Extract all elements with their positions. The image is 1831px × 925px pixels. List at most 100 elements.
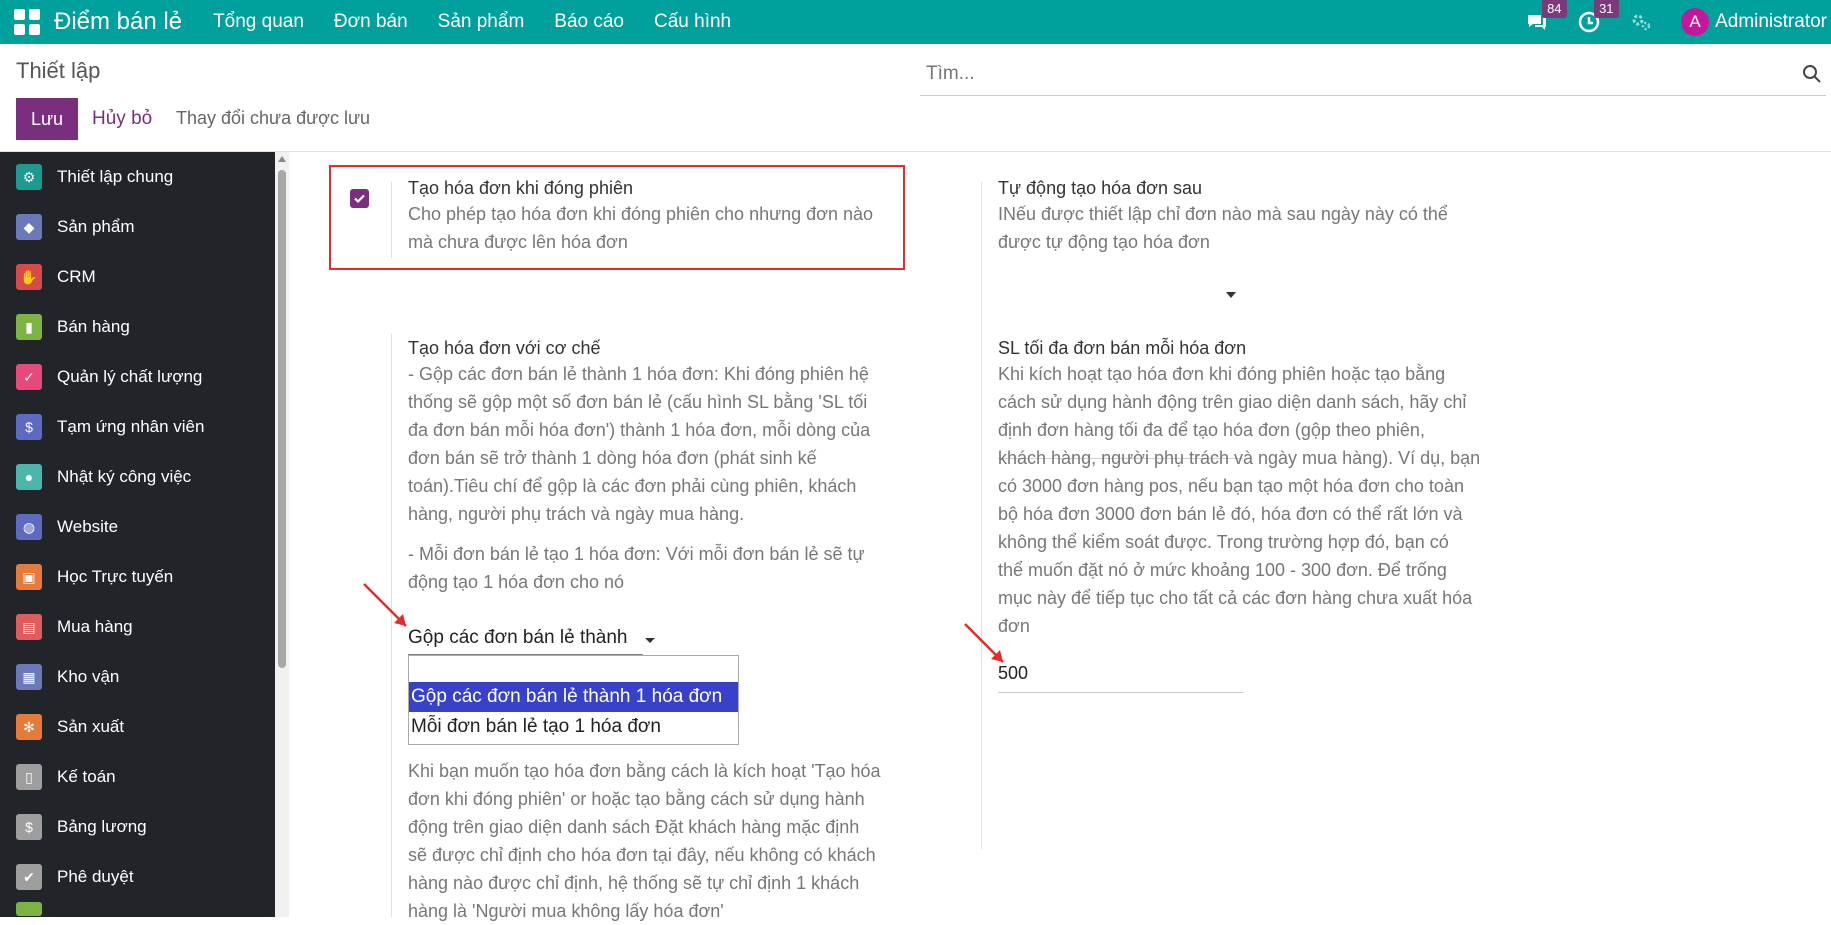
save-button[interactable]: Lưu bbox=[16, 98, 78, 140]
globe-icon: ◍ bbox=[16, 514, 42, 540]
invoice-on-close-checkbox[interactable] bbox=[350, 189, 369, 208]
top-navbar: Điểm bán lẻ Tổng quan Đơn bán Sản phẩm B… bbox=[0, 0, 1831, 44]
hand-money-icon: $ bbox=[16, 414, 42, 440]
apps-menu-icon[interactable] bbox=[14, 9, 40, 35]
setting-desc-line: - Gộp các đơn bán lẻ thành 1 hóa đơn: Kh… bbox=[408, 364, 869, 384]
menu-configuration[interactable]: Cấu hình bbox=[654, 11, 731, 33]
sidebar-item-accounting[interactable]: ▯ Kế toán bbox=[0, 752, 275, 802]
sidebar-item-label: Học Trực tuyến bbox=[57, 567, 174, 586]
user-name[interactable]: Administrator bbox=[1715, 11, 1827, 33]
setting-desc-line: thống sẽ gộp một số đơn bán lẻ (cấu hình… bbox=[408, 392, 868, 412]
setting-title: SL tối đa đơn bán mỗi hóa đơn bbox=[998, 338, 1247, 358]
sidebar-item-elearning[interactable]: ▣ Học Trực tuyến bbox=[0, 552, 275, 602]
setting-title: Tạo hóa đơn với cơ chế bbox=[408, 338, 601, 358]
app-brand[interactable]: Điểm bán lẻ bbox=[54, 8, 182, 36]
sidebar-item-quality[interactable]: ✓ Quản lý chất lượng bbox=[0, 352, 275, 402]
setting-desc-line: đơn khi đóng phiên' or hoặc tạo bằng các… bbox=[408, 789, 865, 809]
sidebar-item-label: Website bbox=[57, 517, 119, 536]
sidebar-item-crm[interactable]: ✋ CRM bbox=[0, 252, 275, 302]
setting-desc-line: mà chưa được lên hóa đơn bbox=[408, 232, 628, 252]
messages-badge: 84 bbox=[1542, 0, 1567, 18]
wrench-gear-icon: ✻ bbox=[16, 714, 42, 740]
divider bbox=[981, 334, 982, 849]
scroll-thumb[interactable] bbox=[278, 170, 286, 668]
invoice-mechanism-dropdown: Gộp các đơn bán lẻ thành 1 hóa đơn Mỗi đ… bbox=[408, 655, 739, 745]
setting-desc-line: Khi kích hoạt tạo hóa đơn khi đóng phiên… bbox=[998, 364, 1446, 384]
activities-icon[interactable]: 31 bbox=[1577, 0, 1619, 34]
sidebar-item-label: Bảng lương bbox=[57, 817, 147, 836]
setting-desc-line: động tạo 1 hóa đơn cho nó bbox=[408, 572, 624, 592]
cart-icon: ▤ bbox=[16, 614, 42, 640]
setting-desc-line: INếu được thiết lập chỉ đơn nào mà sau n… bbox=[998, 204, 1448, 224]
dropdown-blank-option[interactable] bbox=[409, 656, 738, 682]
sidebar-item-inventory[interactable]: ▦ Kho vận bbox=[0, 652, 275, 702]
sidebar-item-timesheet[interactable]: ● Nhật ký công việc bbox=[0, 452, 275, 502]
sidebar-item-products[interactable]: ◆ Sản phẩm bbox=[0, 202, 275, 252]
dropdown-option-single[interactable]: Mỗi đơn bán lẻ tạo 1 hóa đơn bbox=[409, 712, 738, 742]
page-title: Thiết lập bbox=[16, 58, 101, 83]
people-icon: ● bbox=[16, 464, 42, 490]
setting-desc-line: mục này để tiếp tục cho tất cả các đơn h… bbox=[998, 588, 1473, 608]
settings-scrollbar[interactable] bbox=[275, 152, 289, 917]
setting-max-orders: SL tối đa đơn bán mỗi hóa đơn Khi kích h… bbox=[998, 336, 1518, 640]
cancel-button[interactable]: Hủy bỏ bbox=[92, 98, 152, 140]
settings-content: Tạo hóa đơn khi đóng phiên Cho phép tạo … bbox=[289, 152, 1831, 921]
setting-desc-line: có 3000 đơn hàng pos, nếu bạn tạo một hó… bbox=[998, 476, 1464, 496]
user-avatar[interactable]: A bbox=[1681, 8, 1710, 36]
setting-invoice-on-close: Tạo hóa đơn khi đóng phiên Cho phép tạo … bbox=[408, 176, 898, 256]
setting-desc-line: định đơn hàng tối đa để tạo hóa đơn (gộp… bbox=[998, 420, 1425, 440]
menu-orders[interactable]: Đơn bán bbox=[334, 11, 408, 33]
chart-icon: ▮ bbox=[16, 314, 42, 340]
setting-desc-line: khách hàng, người phụ trách và ngày mua … bbox=[998, 448, 1481, 468]
sidebar-item-label: Thiết lập chung bbox=[57, 167, 174, 186]
search-input[interactable] bbox=[920, 54, 1780, 94]
sidebar-item-manufacturing[interactable]: ✻ Sản xuất bbox=[0, 702, 275, 752]
tag-icon: ◆ bbox=[16, 214, 42, 240]
menu-products[interactable]: Sản phẩm bbox=[438, 11, 525, 33]
sidebar-item-label: CRM bbox=[57, 267, 96, 286]
menu-reports[interactable]: Báo cáo bbox=[554, 11, 624, 33]
menu-overview[interactable]: Tổng quan bbox=[213, 11, 304, 33]
setting-desc-line: sẽ được chỉ định cho hóa đơn tại đây, nế… bbox=[408, 845, 876, 865]
messages-icon[interactable]: 84 bbox=[1525, 0, 1567, 34]
setting-desc-line: Khi bạn muốn tạo hóa đơn bằng cách là kí… bbox=[408, 761, 881, 781]
chevron-down-icon[interactable] bbox=[645, 638, 655, 643]
handshake-icon: ✋ bbox=[16, 264, 42, 290]
sidebar-item-general[interactable]: ⚙ Thiết lập chung bbox=[0, 152, 275, 202]
app-icon bbox=[16, 902, 42, 916]
sidebar-item-advances[interactable]: $ Tạm ứng nhân viên bbox=[0, 402, 275, 452]
invoice-mechanism-select[interactable]: Gộp các đơn bán lẻ thành bbox=[408, 627, 643, 655]
setting-invoice-mechanism: Tạo hóa đơn với cơ chế - Gộp các đơn bán… bbox=[408, 336, 908, 596]
setting-desc-line: toán).Tiêu chí để gộp là các đơn phải cù… bbox=[408, 476, 857, 496]
sidebar-item-label: Tạm ứng nhân viên bbox=[57, 417, 205, 436]
sidebar-item-website[interactable]: ◍ Website bbox=[0, 502, 275, 552]
setting-desc-line: không thể kiểm soát được. Trong trường h… bbox=[998, 532, 1449, 552]
sidebar-item-approvals[interactable]: ✔ Phê duyệt bbox=[0, 852, 275, 902]
sidebar-item-purchase[interactable]: ▤ Mua hàng bbox=[0, 602, 275, 652]
box-icon: ▦ bbox=[16, 664, 42, 690]
chevron-down-icon bbox=[1226, 292, 1236, 298]
sidebar-item-sales[interactable]: ▮ Bán hàng bbox=[0, 302, 275, 352]
invoice-icon: ▯ bbox=[16, 764, 42, 790]
sidebar-item-label: Mua hàng bbox=[57, 617, 133, 636]
dropdown-option-group[interactable]: Gộp các đơn bán lẻ thành 1 hóa đơn bbox=[409, 682, 738, 712]
sidebar-item-more[interactable] bbox=[0, 902, 275, 922]
setting-default-customer: Khi bạn muốn tạo hóa đơn bằng cách là kí… bbox=[408, 757, 928, 925]
scroll-up-arrow-icon[interactable] bbox=[278, 156, 286, 162]
setting-title: Tạo hóa đơn khi đóng phiên bbox=[408, 178, 633, 198]
setting-title: Tự động tạo hóa đơn sau bbox=[998, 178, 1202, 198]
sidebar-item-payroll[interactable]: $ Bảng lương bbox=[0, 802, 275, 852]
debug-gears-icon[interactable] bbox=[1629, 10, 1653, 34]
sidebar-item-label: Sản xuất bbox=[57, 717, 125, 736]
red-arrow-annotation bbox=[363, 583, 407, 627]
setting-desc-line: bộ hóa đơn 3000 đơn bán lẻ đó, hóa đơn c… bbox=[998, 504, 1463, 524]
search-icon[interactable] bbox=[1802, 64, 1822, 89]
max-orders-input[interactable]: 500 bbox=[998, 663, 1243, 693]
setting-auto-invoice-after: Tự động tạo hóa đơn sau INếu được thiết … bbox=[998, 176, 1518, 256]
approval-icon: ✔ bbox=[16, 864, 42, 890]
unsaved-changes-label: Thay đổi chưa được lưu bbox=[176, 108, 371, 128]
setting-desc-line: hàng nào được chỉ định, hệ thống sẽ tự c… bbox=[408, 873, 860, 893]
sidebar-item-label: Phê duyệt bbox=[57, 867, 134, 886]
setting-desc-line: cách sử dụng hành động trên giao diện da… bbox=[998, 392, 1467, 412]
sidebar-item-label: Nhật ký công việc bbox=[57, 467, 192, 486]
